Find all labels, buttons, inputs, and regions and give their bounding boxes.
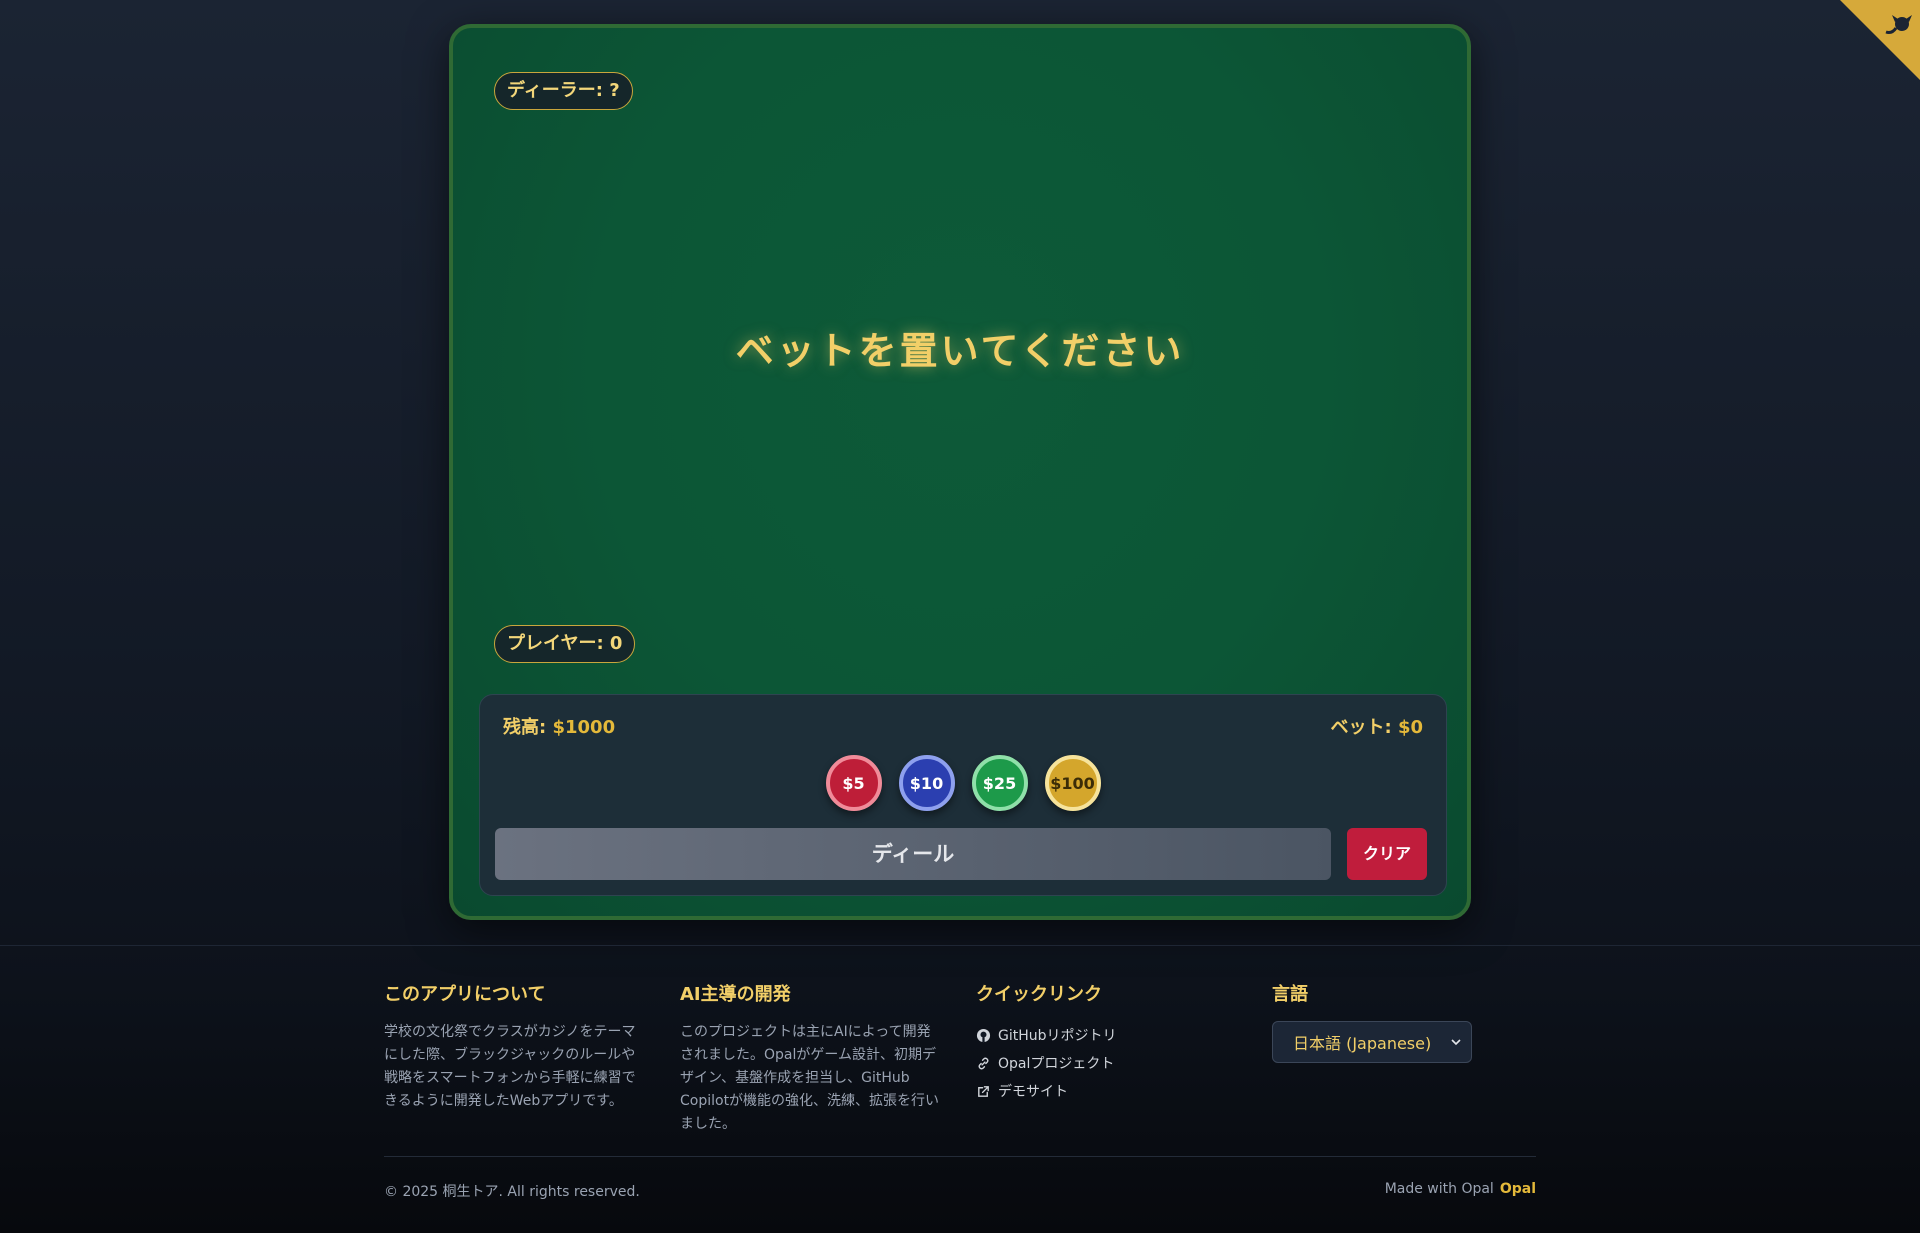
external-link-icon [978,1085,989,1097]
clear-bet-button[interactable]: クリア [1347,828,1427,880]
game-status-message: ベットを置いてください [735,329,1185,373]
language-select[interactable]: 日本語 (Japanese) [1272,1021,1472,1063]
github-icon [976,1028,991,1042]
footer-ai-section: AI主導の開発 このプロジェクトは主にAIによって開発されました。Opalがゲー… [680,980,940,1136]
deal-button[interactable]: ディール [495,828,1331,880]
bet-display: ベット: $0 [1330,713,1423,739]
bet-value: $0 [1397,717,1423,738]
about-heading: このアプリについて [384,984,546,1005]
about-text: 学校の文化祭でクラスがカジノをテーマにした際、ブラックジャックのルールや戦略をス… [384,1024,636,1109]
ai-heading: AI主導の開発 [680,984,791,1005]
made-with-text: Made with Opal [1384,1181,1494,1197]
github-corner-link[interactable] [1840,0,1920,80]
balance-display: 残高: $1000 [503,713,615,739]
github-repo-link-label: GitHubリポジトリ [998,1028,1117,1044]
footer-language-section: 言語 日本語 (Japanese) [1272,980,1532,1063]
chip-5-button[interactable]: $5 [825,755,882,811]
demo-site-link-label: デモサイト [998,1084,1068,1100]
chevron-down-icon [1451,1039,1461,1046]
ai-text: このプロジェクトは主にAIによって開発されました。Opalがゲーム設計、初期デザ… [680,1024,940,1132]
made-with-credit: Made with Opal Opal [1385,1181,1536,1197]
player-score-badge: プレイヤー: 0 [494,625,636,663]
balance-label: 残高: [503,717,547,738]
copyright-text: © 2025 桐生トア. All rights reserved. [384,1184,640,1200]
footer-divider [0,945,1920,946]
bet-label: ベット: [1330,717,1392,738]
language-heading: 言語 [1272,984,1308,1005]
github-repo-link[interactable]: GitHubリポジトリ [976,1021,1236,1049]
opal-project-link-label: Opalプロジェクト [998,1056,1115,1072]
balance-value: $1000 [552,717,616,738]
opal-brand-link[interactable]: Opal [1500,1181,1536,1197]
language-select-value: 日本語 (Japanese) [1293,1034,1432,1053]
betting-controls: 残高: $1000 ベット: $0 $5 $10 $25 $100 ディール ク… [479,694,1447,896]
link-icon [978,1057,989,1069]
footer-bottom-rule [384,1156,1536,1157]
chip-100-button[interactable]: $100 [1044,755,1101,811]
github-octocat-icon [1840,0,1920,80]
demo-site-link[interactable]: デモサイト [976,1077,1236,1105]
chip-25-button[interactable]: $25 [971,755,1028,811]
chip-row: $5 $10 $25 $100 [480,755,1446,811]
footer-about-section: このアプリについて 学校の文化祭でクラスがカジノをテーマにした際、ブラックジャッ… [384,980,644,1113]
chip-10-button[interactable]: $10 [898,755,955,811]
opal-project-link[interactable]: Opalプロジェクト [976,1049,1236,1077]
dealer-score-badge: ディーラー: ? [494,72,633,110]
quicklinks-heading: クイックリンク [976,984,1102,1005]
footer-quicklinks-section: クイックリンク GitHubリポジトリ Opalプロジェクト デモサイト [976,980,1236,1105]
blackjack-table: ディーラー: ? ベットを置いてください プレイヤー: 0 残高: $1000 … [449,24,1471,920]
